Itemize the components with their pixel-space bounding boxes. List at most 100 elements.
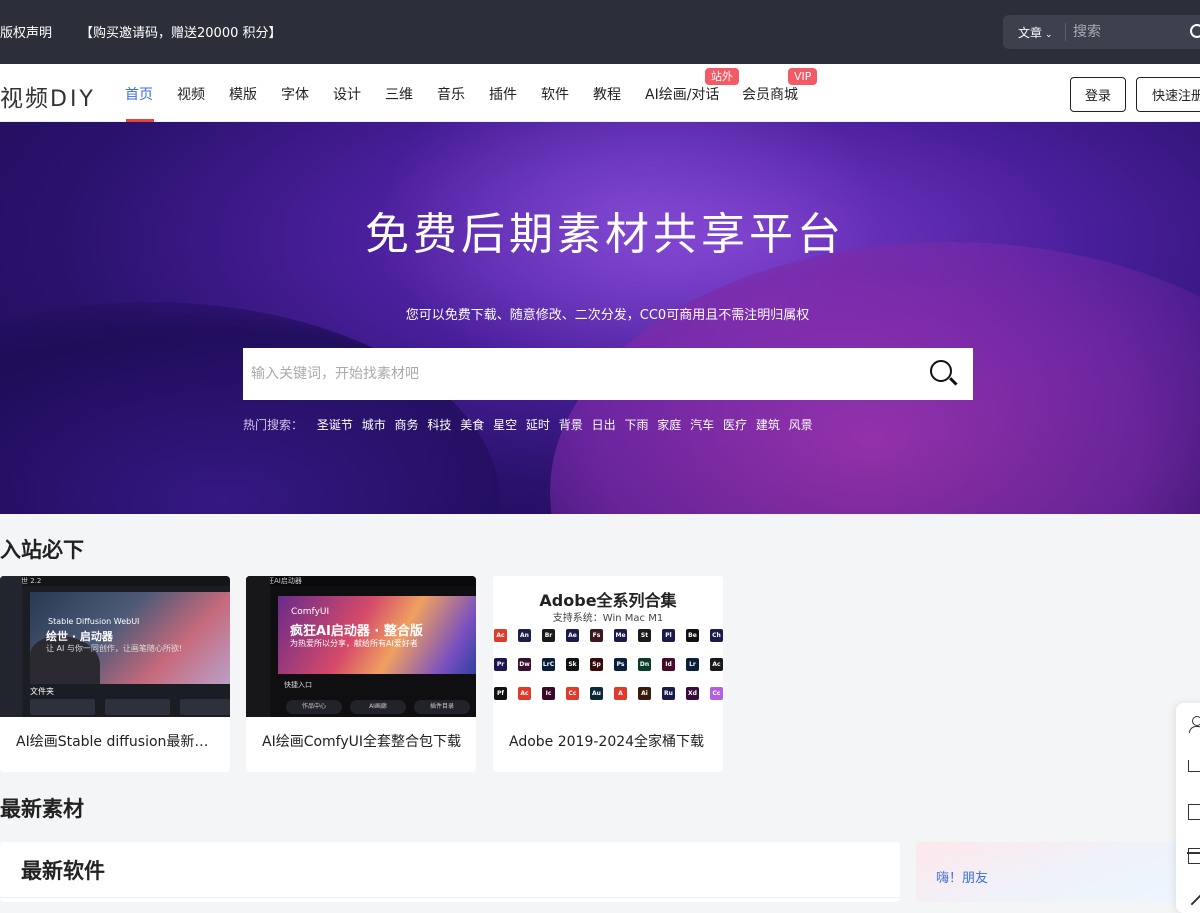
hero-subtitle: 您可以免费下载、随意修改、二次分发，CC0可商用且不需注明归属权 [405,308,810,323]
resource-card[interactable]: 疯狂AI启动器 ComfyUI 疯狂AI启动器 · 整合版 为热爱所以分享，献给… [246,576,476,772]
gift-icon[interactable] [1187,848,1200,864]
nav-item-templates[interactable]: 模版 [229,84,257,104]
card-thumbnail: 疯狂AI启动器 ComfyUI 疯狂AI启动器 · 整合版 为热爱所以分享，献给… [246,576,476,717]
latest-software-panel: 最新软件 [0,842,900,902]
adobe-app-icon: Ic [542,687,555,700]
nav-item-tutorials[interactable]: 教程 [593,84,621,104]
window-titlebar: 疯狂AI启动器 [246,576,476,586]
window-titlebar: 绘世 2.2 [0,576,230,586]
adobe-app-icon: Me [614,629,627,642]
nav-item-design[interactable]: 设计 [333,84,361,104]
search-icon[interactable] [1190,24,1200,38]
app-sidebar [0,576,22,717]
top-search-input[interactable] [1073,21,1183,43]
nav-item-vip-store[interactable]: 会员商城 [742,84,798,104]
welcome-panel: 嗨！朋友 [916,842,1200,902]
adobe-app-icon: St [638,629,651,642]
copyright-link[interactable]: 版权声明 [0,22,52,41]
adobe-app-icon: Pr [494,658,507,671]
hot-tag[interactable]: 建筑 [756,418,780,432]
adobe-app-icon: Dn [638,658,651,671]
hot-tag[interactable]: 汽车 [690,418,714,432]
site-logo[interactable]: 视频DIY [0,79,96,113]
top-bar: 版权声明 【购买邀请码，赠送20000 积分】 文章 ⌄ [0,0,1200,64]
hot-tag[interactable]: 家庭 [657,418,681,432]
adobe-app-icon: Ps [614,658,627,671]
hero-decoration [0,302,500,514]
divider [0,897,900,898]
adobe-app-icon: Cc [710,687,723,700]
card-title[interactable]: Adobe 2019-2024全家桶下载 [509,731,709,751]
nav-item-3d[interactable]: 三维 [385,84,413,104]
promo-link[interactable]: 【购买邀请码，赠送20000 积分】 [80,22,282,41]
adobe-app-icon: Ch [710,629,723,642]
hot-tag[interactable]: 圣诞节 [317,418,353,432]
adobe-app-icon: Au [590,687,603,700]
adobe-app-icon: LrC [542,658,555,671]
user-icon[interactable] [1188,716,1200,733]
card-title[interactable]: AI绘画Stable diffusion最新整合包 [16,731,216,751]
hero-banner: 免费后期素材共享平台 您可以免费下载、随意修改、二次分发，CC0可商用且不需注明… [0,122,1200,514]
hot-tag[interactable]: 背景 [559,418,583,432]
adobe-app-icon: Xd [686,687,699,700]
top-search-box: 文章 ⌄ [1003,15,1200,49]
nav-item-software[interactable]: 软件 [541,84,569,104]
adobe-app-icon: Br [542,629,555,642]
must-see-title: 入站必下 [0,538,84,562]
panel-title: 最新软件 [21,859,105,883]
adobe-app-icon: An [518,629,531,642]
resource-card[interactable]: 绘世 2.2 Stable Diffusion WebUI 绘世 · 启动器 让… [0,576,230,772]
hot-tag[interactable]: 风景 [789,418,813,432]
adobe-app-icon: Be [686,629,699,642]
external-badge: 站外 [705,68,739,85]
hot-search-list: 热门搜索： 圣诞节 城市 商务 科技 美食 星空 延时 背景 日出 下雨 家庭 … [243,416,818,433]
resource-card[interactable]: Adobe全系列合集 支持系统：Win Mac M1 Ac An Br Ae Fs Me S… [493,576,723,772]
card-title[interactable]: AI绘画ComfyUI全套整合包下载 [262,731,462,751]
hot-tag[interactable]: 科技 [427,418,451,432]
edit-icon[interactable] [1188,892,1200,908]
app-icon-grid: Ac An Br Ae Fs Me St Pl Be Ch Pr Dw LrC Sk Sp Ps Dn Id Lr A… [493,627,723,717]
hot-tag[interactable]: 商务 [395,418,419,432]
card-thumbnail: 绘世 2.2 Stable Diffusion WebUI 绘世 · 启动器 让… [0,576,230,717]
adobe-app-icon: Ac [710,658,723,671]
floating-toolbar [1176,703,1200,913]
nav-item-music[interactable]: 音乐 [437,84,465,104]
folder-row [180,699,230,715]
cart-icon[interactable] [1188,760,1200,772]
nav-item-home[interactable]: 首页 [125,84,153,104]
search-icon[interactable] [930,360,952,382]
adobe-app-icon: Ac [494,629,507,642]
search-category-dropdown[interactable]: 文章 ⌄ [1018,24,1053,41]
folder-row [30,699,95,715]
adobe-app-icon: Sp [590,658,603,671]
hot-tag[interactable]: 城市 [362,418,386,432]
adobe-app-icon: Ac [518,687,531,700]
adobe-app-icon: Lr [686,658,699,671]
nav-item-plugins[interactable]: 插件 [489,84,517,104]
hot-tag[interactable]: 延时 [526,418,550,432]
login-button[interactable]: 登录 [1070,77,1126,112]
hot-tag[interactable]: 医疗 [723,418,747,432]
hot-tag[interactable]: 星空 [493,418,517,432]
adobe-app-icon: Fs [590,629,603,642]
nav-item-video[interactable]: 视频 [177,84,205,104]
nav-item-ai[interactable]: AI绘画/对话 [645,84,719,104]
register-button[interactable]: 快速注册 [1136,77,1200,112]
folder-row [105,699,170,715]
main-nav: 视频DIY 首页 视频 模版 字体 设计 三维 音乐 插件 软件 教程 AI绘画… [0,64,1200,122]
vip-badge: VIP [788,68,818,85]
adobe-app-icon: Cc [566,687,579,700]
hot-tag[interactable]: 日出 [592,418,616,432]
app-sidebar [246,576,270,717]
hero-search-input[interactable] [251,362,891,386]
nav-item-fonts[interactable]: 字体 [281,84,309,104]
adobe-app-icon: Pf [494,687,507,700]
adobe-app-icon: Id [662,658,675,671]
hot-tag[interactable]: 美食 [460,418,484,432]
hot-tag[interactable]: 下雨 [624,418,648,432]
adobe-app-icon: Sk [566,658,579,671]
adobe-app-icon: Ru [662,687,675,700]
adobe-app-icon: Pl [662,629,675,642]
coupon-icon[interactable] [1188,804,1200,820]
latest-title: 最新素材 [0,797,84,821]
